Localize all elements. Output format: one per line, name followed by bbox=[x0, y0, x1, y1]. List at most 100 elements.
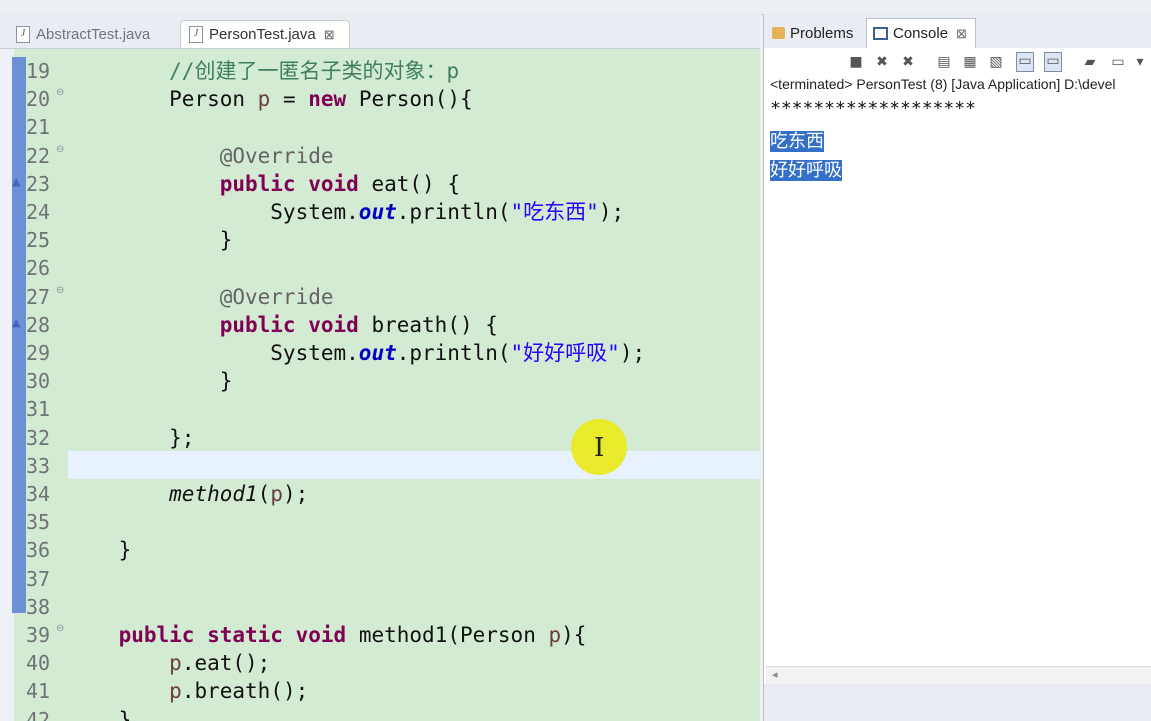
code-token: .println( bbox=[396, 341, 511, 365]
line-number: 26 bbox=[26, 256, 51, 281]
code-token: "好好呼吸" bbox=[510, 341, 620, 365]
word-wrap-icon[interactable]: ▧ bbox=[988, 54, 1004, 70]
override-marker-icon[interactable]: ▲ bbox=[12, 316, 20, 329]
line-number: 27 bbox=[26, 284, 51, 309]
override-marker-icon[interactable]: ▲ bbox=[12, 175, 20, 188]
code-line[interactable]: @Override bbox=[68, 142, 334, 170]
terminate-icon[interactable]: ■ bbox=[848, 54, 864, 70]
line-number: 31 bbox=[26, 397, 51, 422]
console-icon bbox=[873, 27, 888, 40]
code-token: p bbox=[270, 482, 283, 506]
code-token: ( bbox=[257, 482, 271, 506]
code-line[interactable]: public static void method1(Person p){ bbox=[68, 621, 587, 649]
code-line[interactable]: p.eat(); bbox=[68, 649, 270, 677]
code-token: out bbox=[358, 200, 397, 224]
code-token: @Override bbox=[219, 143, 334, 168]
fold-icon[interactable]: ⊖ bbox=[56, 144, 64, 155]
line-number: 42 bbox=[26, 707, 51, 721]
clear-console-icon[interactable]: ▤ bbox=[936, 54, 952, 70]
code-token: out bbox=[358, 341, 397, 365]
code-line[interactable]: } bbox=[68, 706, 132, 721]
tab-problems[interactable]: Problems bbox=[768, 18, 864, 48]
code-token: } bbox=[68, 538, 132, 563]
code-line[interactable]: } bbox=[68, 536, 132, 564]
console-output-line: 好好呼吸 bbox=[770, 156, 842, 182]
line-number: 20 bbox=[26, 87, 51, 112]
pin-console-icon[interactable]: ▰ bbox=[1082, 54, 1098, 70]
show-on-stdout-icon[interactable]: ▭ bbox=[1016, 52, 1034, 72]
fold-icon[interactable]: ⊖ bbox=[56, 623, 64, 634]
remove-launch-icon[interactable]: ✖ bbox=[874, 54, 890, 70]
line-number: 37 bbox=[26, 566, 51, 591]
code-token: //创建了一匿名子类的对象：p bbox=[169, 59, 460, 83]
code-token: .breath(); bbox=[181, 679, 309, 704]
code-line[interactable]: public void breath() { bbox=[68, 311, 498, 339]
fold-icon[interactable]: ⊖ bbox=[56, 285, 64, 296]
console-output-line: 吃东西 bbox=[770, 127, 824, 153]
scroll-left-icon[interactable]: ◂ bbox=[772, 668, 778, 681]
console-panel: Problems Console ⊠ ■ ✖ ✖ ▤ ▦ ▧ ▭ ▭ ▰ ▭ ▾… bbox=[763, 14, 1151, 721]
editor-tab-bar: J AbstractTest.java J PersonTest.java ⊠ bbox=[0, 14, 760, 49]
code-token: breath() { bbox=[358, 312, 498, 337]
horizontal-scrollbar[interactable]: ◂ bbox=[766, 666, 1151, 685]
tab-problems-label: Problems bbox=[790, 24, 854, 42]
code-token: p bbox=[257, 87, 271, 112]
tab-abstracttest[interactable]: J AbstractTest.java bbox=[6, 20, 176, 48]
code-line[interactable]: Person p = new Person(){ bbox=[68, 85, 472, 113]
line-number: 41 bbox=[26, 679, 51, 704]
code-line[interactable]: }; bbox=[68, 424, 194, 452]
code-line[interactable]: @Override bbox=[68, 283, 334, 311]
line-number: 35 bbox=[26, 510, 51, 535]
code-token: ); bbox=[282, 482, 309, 506]
code-line[interactable]: //创建了一匿名子类的对象：p bbox=[68, 57, 459, 85]
console-output-line: ******************* bbox=[770, 98, 976, 119]
text-cursor-icon: I bbox=[594, 433, 605, 463]
fold-icon[interactable]: ⊖ bbox=[56, 87, 64, 98]
code-token: } bbox=[68, 228, 233, 253]
code-line[interactable]: System.out.println("吃东西"); bbox=[68, 198, 624, 226]
close-icon[interactable]: ⊠ bbox=[956, 26, 967, 42]
display-console-icon[interactable]: ▭ bbox=[1110, 54, 1126, 70]
line-number: 39 bbox=[26, 623, 51, 647]
code-token: System. bbox=[68, 341, 359, 365]
line-number: 22 bbox=[26, 143, 51, 168]
code-line[interactable]: } bbox=[68, 367, 233, 395]
tab-persontest[interactable]: J PersonTest.java ⊠ bbox=[180, 20, 350, 48]
code-editor[interactable]: 19 20 ⊖ 21 22 ⊖ 23 ▲ 24 25 26 27 ⊖ 28 ▲ 29 30 31 32 33 34 35 3… bbox=[0, 49, 760, 721]
problems-icon bbox=[772, 27, 785, 39]
tab-console[interactable]: Console ⊠ bbox=[866, 18, 976, 48]
code-line[interactable]: } bbox=[68, 226, 233, 254]
code-line[interactable]: method1(p); bbox=[68, 480, 308, 508]
code-line[interactable]: public void eat() { bbox=[68, 170, 460, 198]
close-icon[interactable]: ⊠ bbox=[324, 27, 335, 43]
code-line[interactable]: System.out.println("好好呼吸"); bbox=[68, 339, 645, 367]
scroll-lock-icon[interactable]: ▦ bbox=[962, 54, 978, 70]
line-number: 36 bbox=[26, 538, 51, 563]
remove-all-launches-icon[interactable]: ✖ bbox=[900, 54, 916, 70]
show-on-stderr-icon[interactable]: ▭ bbox=[1044, 52, 1062, 72]
code-token: "吃东西" bbox=[510, 200, 599, 224]
panel-tab-bar: Problems Console ⊠ bbox=[764, 14, 1151, 48]
line-number: 34 bbox=[26, 482, 51, 506]
code-area[interactable]: //创建了一匿名子类的对象：p Person p = new Person(){… bbox=[68, 49, 760, 721]
tab-label: AbstractTest.java bbox=[36, 25, 151, 43]
code-token: .println( bbox=[396, 200, 511, 224]
code-token: p bbox=[169, 679, 182, 704]
code-line[interactable]: p.breath(); bbox=[68, 677, 308, 705]
line-number: 38 bbox=[26, 594, 51, 619]
chevron-down-icon[interactable]: ▾ bbox=[1132, 54, 1148, 70]
code-token: ); bbox=[598, 200, 625, 224]
code-token: void bbox=[308, 171, 359, 196]
line-number: 19 bbox=[26, 59, 51, 83]
change-ruler-bar bbox=[12, 57, 26, 613]
